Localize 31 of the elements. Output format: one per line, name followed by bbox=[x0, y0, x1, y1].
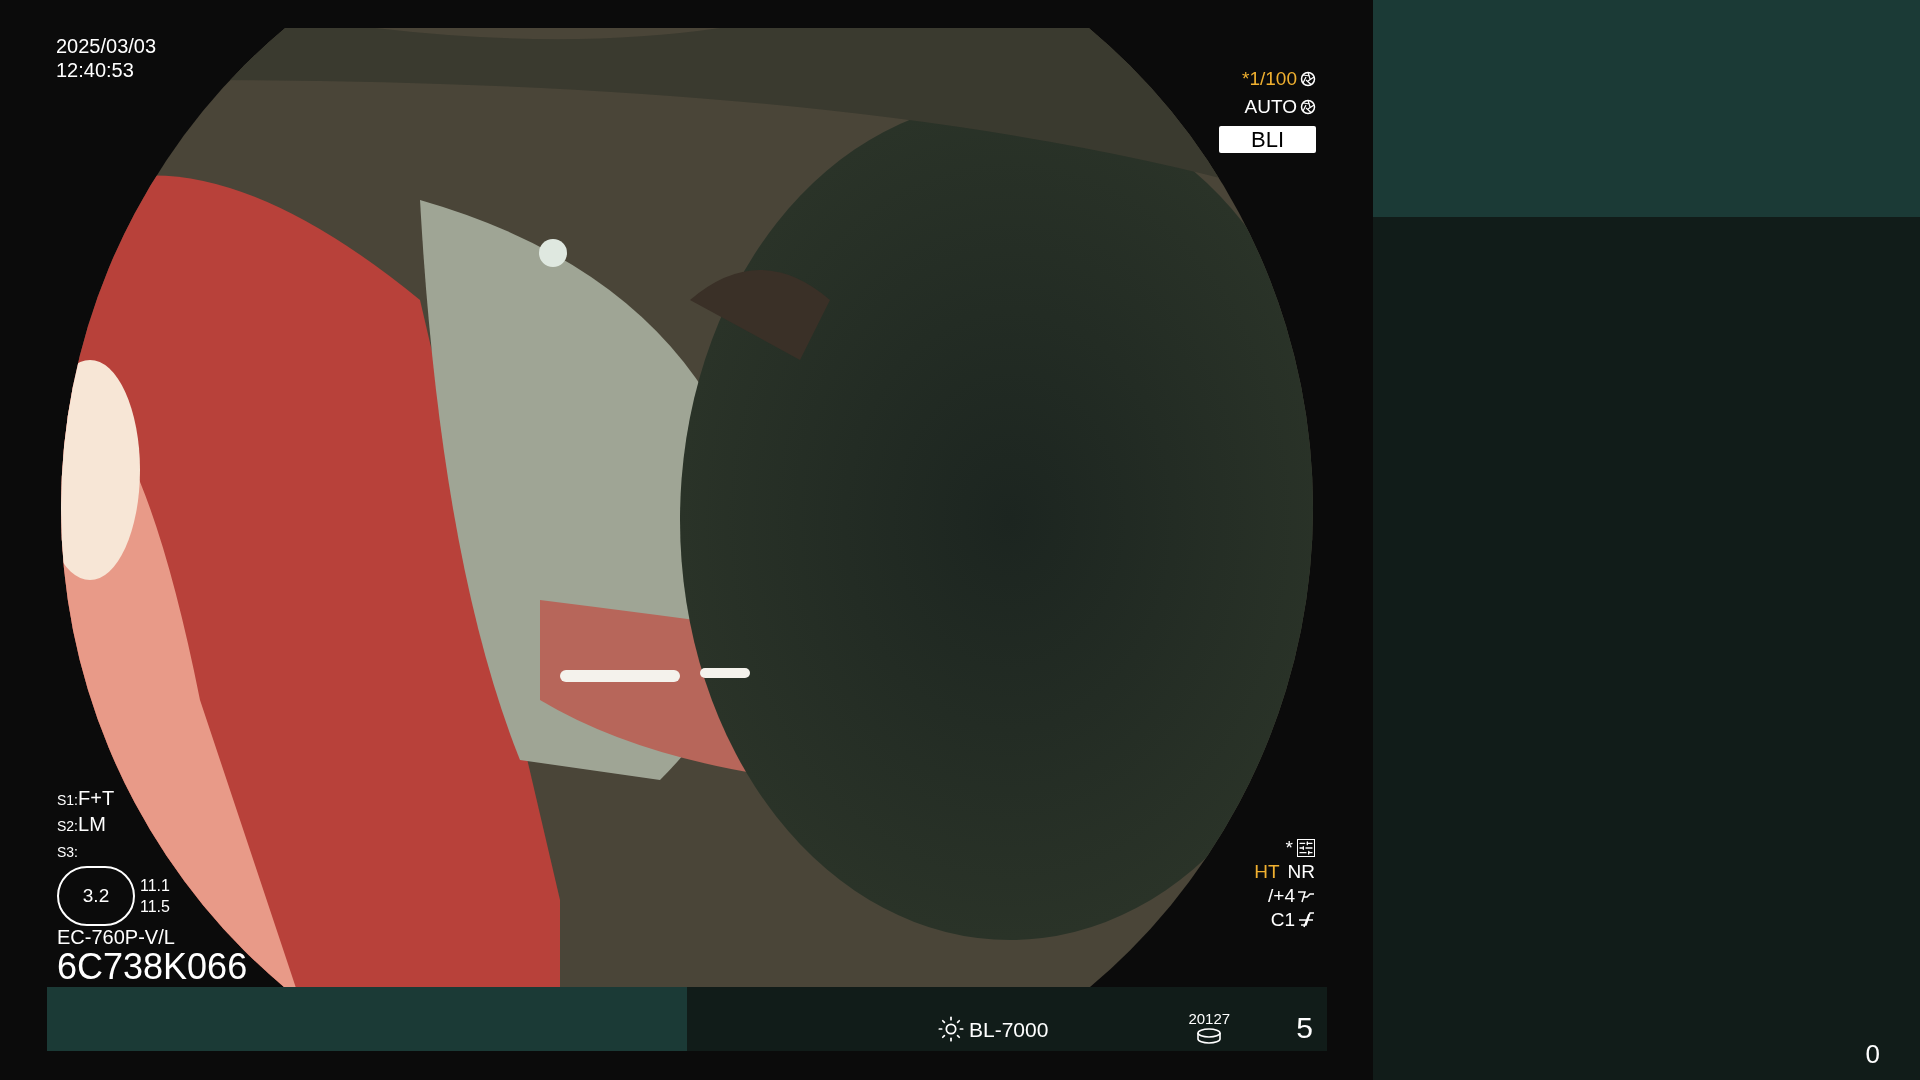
nr-text: NR bbox=[1287, 860, 1315, 884]
serial-number-text: 6C738K066 bbox=[57, 948, 248, 986]
enhance-text: /+4 bbox=[1268, 884, 1295, 908]
setting-value: LM bbox=[78, 812, 106, 836]
page-number: 5 bbox=[1296, 1011, 1313, 1045]
sliders-icon bbox=[1297, 839, 1315, 857]
aperture-icon bbox=[1300, 99, 1316, 115]
counter-text: 20127 bbox=[1188, 1011, 1231, 1027]
light-source-text: BL-7000 bbox=[969, 1016, 1049, 1043]
disc-icon bbox=[1196, 1027, 1223, 1045]
count-text: 0 bbox=[1865, 1038, 1880, 1071]
exposure-mode-text: AUTO bbox=[1244, 96, 1297, 118]
color-curve-icon bbox=[1297, 911, 1315, 929]
color-mode-text: C1 bbox=[1270, 908, 1295, 932]
time-text: 12:40:53 bbox=[56, 58, 135, 82]
shutter-speed-text: *1/100 bbox=[1242, 68, 1297, 90]
setting-label: S3: bbox=[57, 843, 78, 862]
star-mark: * bbox=[1285, 836, 1293, 860]
mode-badge: BLI bbox=[1219, 126, 1316, 153]
bending-gauge: 3.2 bbox=[57, 866, 135, 926]
date-text: 2025/03/03 bbox=[56, 34, 157, 58]
setting-value: F+T bbox=[78, 786, 115, 810]
enhance-icon bbox=[1297, 888, 1315, 904]
scope-model-text: EC-760P-V/L bbox=[57, 926, 176, 948]
gauge-reading: 11.1 bbox=[140, 876, 170, 896]
gauge-reading: 11.5 bbox=[140, 897, 170, 917]
ht-text: HT bbox=[1254, 860, 1280, 884]
setting-label: S1: bbox=[57, 791, 78, 810]
aperture-icon bbox=[1300, 71, 1316, 87]
setting-label: S2: bbox=[57, 817, 78, 836]
lamp-icon bbox=[937, 1015, 965, 1044]
